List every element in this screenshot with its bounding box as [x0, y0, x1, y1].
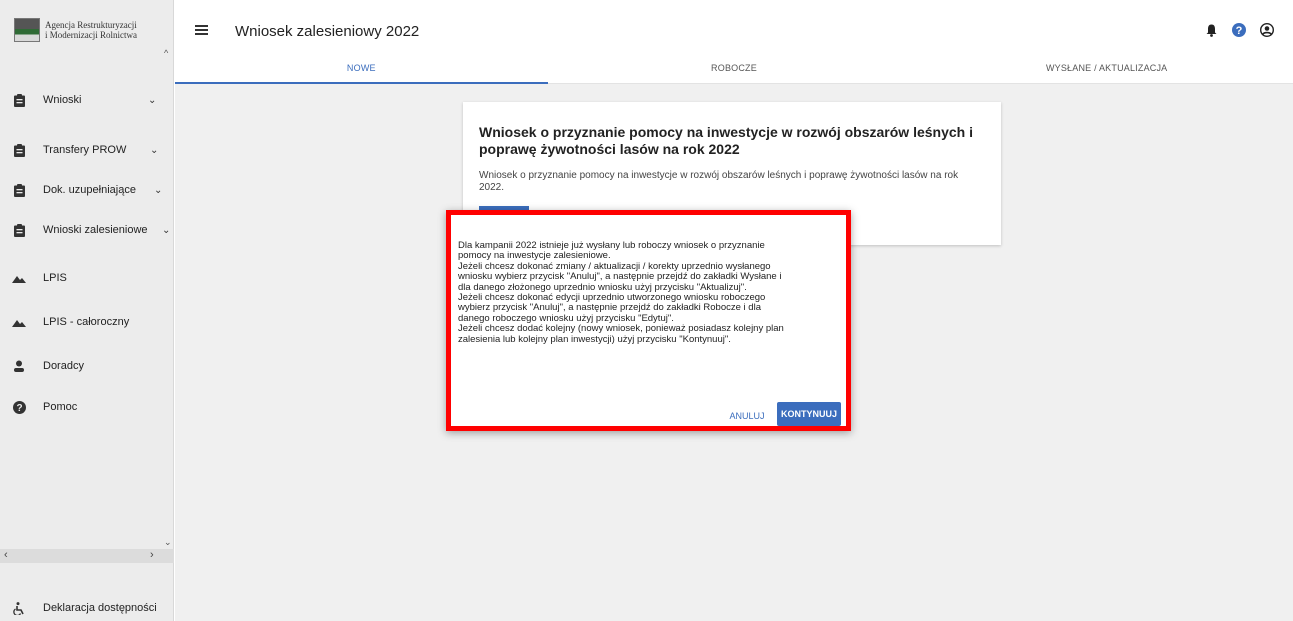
card-description: Wniosek o przyznanie pomocy na inwestycj…: [479, 170, 959, 193]
horizontal-scrollbar[interactable]: ‹ ›: [0, 549, 174, 563]
svg-text:?: ?: [1236, 25, 1243, 37]
sidebar-item-transfery-prow[interactable]: Transfery PROW ⌄: [0, 134, 174, 166]
tab-nowe[interactable]: NOWE: [175, 58, 548, 84]
dialog-line: zalesienia lub kolejny plan inwestycji) …: [458, 333, 731, 345]
clipboard-icon: [12, 183, 26, 197]
card-title: Wniosek o przyznanie pomocy na inwestycj…: [479, 124, 974, 157]
cancel-button[interactable]: ANULUJ: [727, 408, 767, 424]
sidebar-item-label: Doradcy: [43, 360, 84, 372]
person-icon: [12, 359, 26, 373]
chevron-down-icon: ⌄: [162, 224, 171, 236]
scroll-down-icon[interactable]: ⌄: [164, 537, 172, 548]
help-icon: ?: [12, 400, 26, 414]
arimr-logo[interactable]: Agencja Restrukturyzacji i Modernizacji …: [14, 12, 164, 48]
menu-icon[interactable]: [195, 25, 208, 35]
scroll-up-icon[interactable]: ^: [164, 48, 168, 58]
sidebar-item-lpis-caloroczny[interactable]: LPIS - całoroczny: [0, 306, 174, 338]
sidebar-item-label: Pomoc: [43, 401, 78, 413]
sidebar-item-doradcy[interactable]: Doradcy: [0, 350, 174, 382]
app-header: Wniosek zalesieniowy 2022 ?: [175, 0, 1293, 58]
account-icon[interactable]: [1259, 22, 1275, 38]
sidebar-item-label: Wnioski: [43, 94, 82, 106]
tab-wyslane-aktualizacja[interactable]: WYSŁANE / AKTUALIZACJA: [920, 58, 1293, 83]
bell-icon[interactable]: [1203, 22, 1219, 38]
sidebar-item-label: Transfery PROW: [43, 144, 127, 156]
logo-icon: [14, 18, 40, 42]
sidebar-item-dok-uzupelniajace[interactable]: Dok. uzupełniające ⌄: [0, 174, 174, 206]
dialog-message: Dla kampanii 2022 istnieje już wysłany l…: [458, 240, 838, 345]
accessibility-declaration-link[interactable]: Deklaracja dostępności: [0, 595, 174, 621]
sidebar-item-wnioski[interactable]: Wnioski ⌄: [0, 84, 174, 116]
confirmation-dialog: Dla kampanii 2022 istnieje już wysłany l…: [446, 210, 851, 431]
sidebar-item-pomoc[interactable]: ? Pomoc: [0, 391, 174, 423]
chevron-down-icon: ⌄: [150, 144, 159, 156]
accessibility-icon: [12, 601, 26, 615]
logo-line-1: Agencja Restrukturyzacji: [45, 20, 137, 30]
help-icon[interactable]: ?: [1231, 22, 1247, 38]
logo-line-2: i Modernizacji Rolnictwa: [45, 30, 137, 40]
sidebar-item-label: LPIS: [43, 272, 67, 284]
scroll-left-icon[interactable]: ‹: [4, 549, 8, 561]
clipboard-icon: [12, 93, 26, 107]
continue-button[interactable]: KONTYNUUJ: [777, 402, 841, 426]
sidebar-item-wnioski-zalesieniowe[interactable]: Wnioski zalesieniowe ⌄: [0, 214, 174, 246]
chevron-down-icon: ⌄: [148, 94, 157, 106]
landscape-icon: [12, 271, 26, 285]
clipboard-icon: [12, 223, 26, 237]
chevron-down-icon: ⌄: [154, 184, 163, 196]
svg-text:?: ?: [16, 403, 22, 414]
tab-robocze[interactable]: ROBOCZE: [548, 58, 921, 83]
sidebar-item-label: Dok. uzupełniające: [43, 184, 136, 196]
scroll-right-icon[interactable]: ›: [150, 549, 154, 561]
sidebar-item-label: Wnioski zalesieniowe: [43, 224, 148, 236]
tab-bar: NOWE ROBOCZE WYSŁANE / AKTUALIZACJA: [175, 58, 1293, 84]
clipboard-icon: [12, 143, 26, 157]
landscape-icon: [12, 315, 26, 329]
sidebar: Agencja Restrukturyzacji i Modernizacji …: [0, 0, 174, 621]
sidebar-item-lpis[interactable]: LPIS: [0, 262, 174, 294]
page-title: Wniosek zalesieniowy 2022: [235, 23, 420, 40]
sidebar-item-label: LPIS - całoroczny: [43, 316, 130, 328]
footer-label: Deklaracja dostępności: [43, 602, 157, 614]
